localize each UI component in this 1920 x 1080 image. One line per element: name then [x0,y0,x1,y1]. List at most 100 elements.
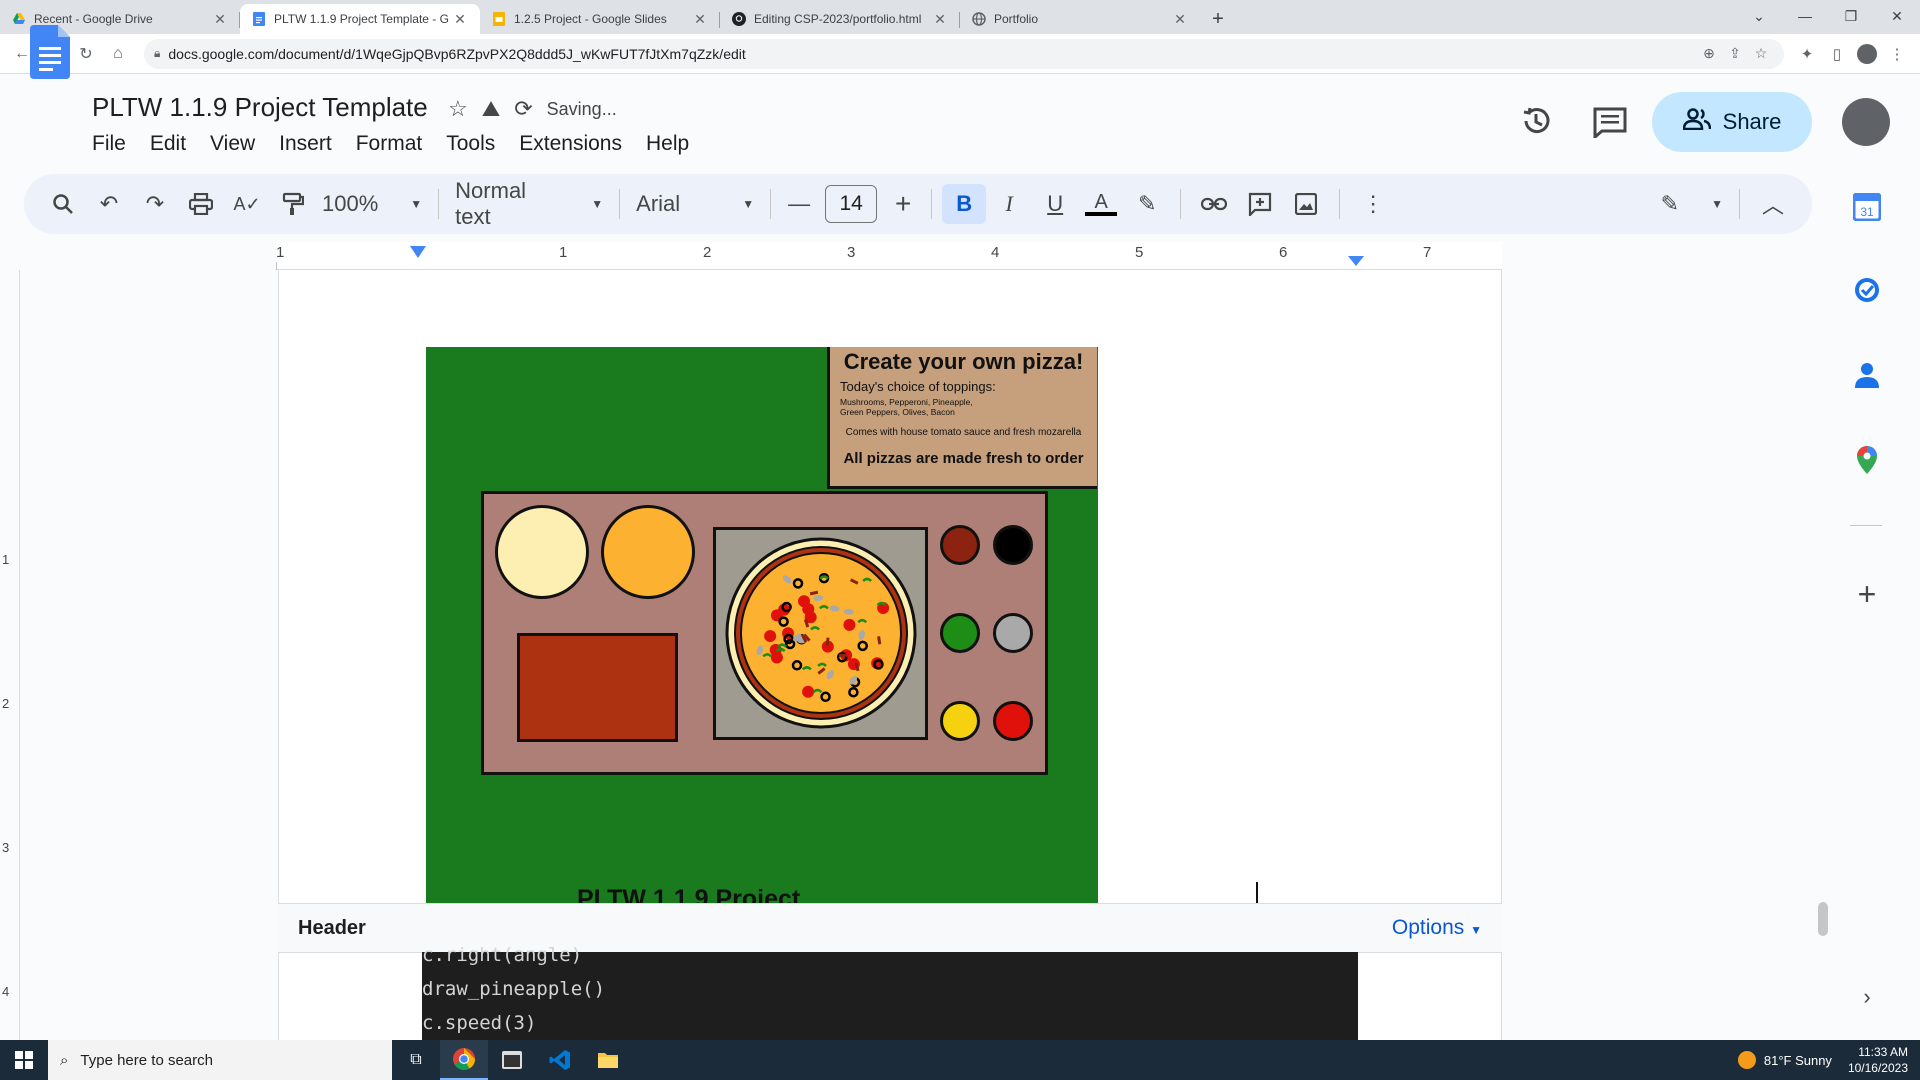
menu-edit[interactable]: Edit [150,130,196,158]
vscode-icon[interactable] [536,1040,584,1080]
weather-text[interactable]: 81°F Sunny [1764,1053,1832,1068]
menu-file[interactable]: File [92,130,136,158]
pencil-icon: ✎ [1660,191,1680,216]
underline-button[interactable]: U [1032,184,1078,224]
text-color-button[interactable]: A [1078,184,1124,224]
pizza-game-screenshot[interactable]: Create your own pizza! Today's choice of… [426,347,1098,907]
pineapple-topping-button[interactable] [940,701,980,741]
move-to-drive-icon[interactable]: ⛰︎ [482,96,500,122]
close-window-button[interactable]: ✕ [1874,0,1920,32]
editing-mode-dropdown[interactable]: ✎ ▼ [1655,184,1729,224]
browser-tab-docs[interactable]: PLTW 1.1.9 Project Template - G ✕ [240,4,480,34]
get-addons-icon[interactable]: + [1852,576,1882,612]
menu-extensions[interactable]: Extensions [519,130,632,158]
file-explorer-icon[interactable] [584,1040,632,1080]
ruler-number: 5 [1135,244,1144,261]
profile-avatar[interactable] [1852,43,1882,64]
task-view-icon[interactable]: ⧉ [392,1040,440,1080]
close-tab-icon[interactable]: ✕ [452,11,468,28]
calendar-icon[interactable]: 31 [1852,192,1882,222]
highlight-color-icon[interactable]: ✎ [1124,184,1170,224]
menu-view[interactable]: View [210,130,265,158]
browser-tab-slides[interactable]: 1.2.5 Project - Google Slides ✕ [480,4,720,34]
taskbar-search-input[interactable]: ⌕ Type here to search [48,1040,392,1080]
print-icon[interactable] [178,184,224,224]
menu-tools[interactable]: Tools [446,130,505,158]
chrome-taskbar-icon[interactable] [440,1040,488,1080]
code-block[interactable]: c.right(angle) draw_pineapple() c.speed(… [422,944,1358,1040]
clock[interactable]: 11:33 AM 10/16/2023 [1848,1044,1920,1076]
minimize-button[interactable]: — [1782,0,1828,32]
omnibox[interactable]: 🔒︎ docs.google.com/document/d/1WqeGjpQBv… [144,38,1784,69]
windows-start-icon[interactable] [0,1040,48,1080]
bacon-topping-button[interactable] [940,525,980,565]
bookmark-star-icon[interactable]: ☆ [1748,45,1774,62]
url-text[interactable]: docs.google.com/document/d/1WqeGjpQBvp6R… [168,46,1696,62]
media-app-icon[interactable] [488,1040,536,1080]
weather-icon[interactable] [1737,1051,1756,1069]
decrease-font-size-button[interactable]: — [781,184,817,224]
spellcheck-icon[interactable]: A✓ [224,184,270,224]
italic-button[interactable]: I [986,184,1032,224]
font-dropdown[interactable]: Arial ▼ [630,184,760,224]
vertical-ruler[interactable]: 1 2 3 4 [0,270,20,1040]
expand-panel-icon[interactable]: › [1852,982,1882,1012]
comments-icon[interactable] [1592,106,1628,141]
maps-icon[interactable] [1852,445,1882,475]
chrome-menu-icon[interactable]: ⋮ [1882,45,1912,63]
paint-format-icon[interactable] [270,184,316,224]
pepperoni-topping-button[interactable] [993,701,1033,741]
share-button[interactable]: Share [1652,92,1812,152]
document-title[interactable]: PLTW 1.1.9 Project Template [92,92,428,123]
account-avatar[interactable] [1842,98,1890,146]
bold-button[interactable]: B [942,184,987,224]
reload-button[interactable]: ↻ [72,40,100,68]
browser-tab-github[interactable]: Editing CSP-2023/portfolio.html ✕ [720,4,960,34]
undo-icon[interactable]: ↶ [86,184,132,224]
mushroom-topping-button[interactable] [993,613,1033,653]
more-options-icon[interactable]: ⋮ [1350,184,1396,224]
right-indent-marker[interactable] [1348,256,1364,266]
left-indent-marker[interactable] [410,246,426,258]
style-dropdown[interactable]: Normal text ▼ [449,178,609,229]
close-tab-icon[interactable]: ✕ [1172,11,1188,28]
ruler-number: 6 [1279,244,1288,261]
horizontal-ruler[interactable]: 1 1 2 3 4 5 6 7 [276,242,1502,270]
browser-tab-portfolio[interactable]: Portfolio ✕ [960,4,1200,34]
lock-icon[interactable]: 🔒︎ [154,46,160,61]
close-tab-icon[interactable]: ✕ [212,11,228,28]
olive-topping-button[interactable] [993,525,1033,565]
new-tab-button[interactable]: + [1200,4,1236,34]
extensions-icon[interactable]: ✦ [1792,45,1822,63]
green-pepper-topping-button[interactable] [940,613,980,653]
hide-menus-icon[interactable]: ︿ [1750,184,1796,224]
redo-icon[interactable]: ↷ [132,184,178,224]
menu-bar: File Edit View Insert Format Tools Exten… [92,130,713,158]
close-tab-icon[interactable]: ✕ [692,11,708,28]
side-panel-icon[interactable]: ▯ [1822,45,1852,63]
contacts-icon[interactable] [1852,360,1882,390]
menu-insert[interactable]: Insert [279,130,342,158]
docs-logo-icon[interactable] [30,25,70,79]
restore-button[interactable]: ❐ [1828,0,1874,32]
add-comment-icon[interactable] [1237,184,1283,224]
tasks-icon[interactable] [1852,275,1882,305]
menu-format[interactable]: Format [356,130,433,158]
scrollbar-thumb[interactable] [1818,902,1828,936]
zoom-dropdown[interactable]: 100% ▼ [316,184,428,224]
insert-link-icon[interactable] [1191,184,1237,224]
tab-search-icon[interactable]: ⌄ [1736,0,1782,32]
home-button[interactable]: ⌂ [104,40,132,68]
increase-font-size-button[interactable]: + [885,184,921,224]
share-page-icon[interactable]: ⇪ [1722,45,1748,62]
insert-image-icon[interactable] [1283,184,1329,224]
header-options-dropdown[interactable]: Options ▼ [1392,916,1482,940]
search-menus-icon[interactable] [40,184,86,224]
version-history-icon[interactable] [1518,103,1554,139]
star-icon[interactable]: ☆ [448,96,468,122]
close-tab-icon[interactable]: ✕ [932,11,948,28]
ruler-number: 2 [703,244,712,261]
menu-help[interactable]: Help [646,130,699,158]
zoom-icon[interactable]: ⊕ [1696,45,1722,62]
font-size-input[interactable]: 14 [825,185,878,223]
